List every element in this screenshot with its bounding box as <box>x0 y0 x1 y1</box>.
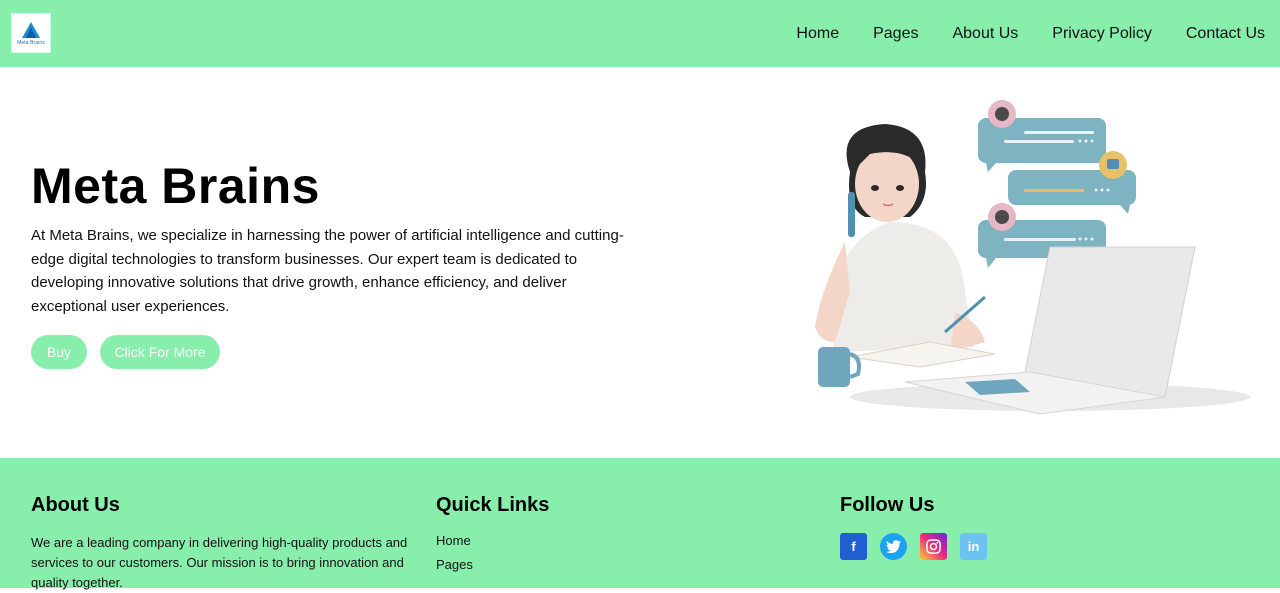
footer-about-title: About Us <box>31 494 120 516</box>
quick-link-pages[interactable]: Pages <box>436 557 736 572</box>
nav-link-contact-us[interactable]: Contact Us <box>1186 25 1265 43</box>
logo-text: Meta Brains <box>17 39 45 46</box>
nav-links: Home Pages About Us Privacy Policy Conta… <box>796 0 1265 67</box>
hero-description: At Meta Brains, we specialize in harness… <box>31 227 624 315</box>
instagram-glyph <box>926 539 941 554</box>
nav-link-home[interactable]: Home <box>796 25 839 43</box>
buy-button[interactable]: Buy <box>31 335 87 369</box>
facebook-glyph: f <box>851 539 856 554</box>
quick-link-home[interactable]: Home <box>436 533 736 548</box>
click-for-more-button[interactable]: Click For More <box>100 335 220 369</box>
chat-bubbles-icon <box>978 100 1136 268</box>
logo[interactable]: Meta Brains <box>11 13 51 53</box>
footer-follow-title: Follow Us <box>840 494 935 516</box>
twitter-bird-glyph <box>886 540 901 553</box>
facebook-icon[interactable]: f <box>840 533 867 560</box>
footer: About Us We are a leading company in del… <box>0 458 1280 590</box>
footer-about: About Us We are a leading company in del… <box>31 494 431 593</box>
nav-link-pages[interactable]: Pages <box>873 25 918 43</box>
footer-quick-links: Quick Links Home Pages <box>436 494 736 581</box>
hero-section: Meta Brains At Meta Brains, we specializ… <box>0 67 1280 458</box>
logo-icon <box>22 21 40 38</box>
linkedin-icon[interactable]: in <box>960 533 987 560</box>
nav-link-about-us[interactable]: About Us <box>952 25 1018 43</box>
linkedin-glyph: in <box>967 539 980 554</box>
footer-about-text: We are a leading company in delivering h… <box>31 535 408 590</box>
nav-link-privacy-policy[interactable]: Privacy Policy <box>1052 25 1152 43</box>
twitter-icon[interactable] <box>880 533 907 560</box>
woman-figure-icon <box>815 124 986 352</box>
hero-title: Meta Brains <box>31 158 320 214</box>
navbar: Meta Brains Home Pages About Us Privacy … <box>0 0 1280 67</box>
social-icons: f in <box>840 533 1140 560</box>
instagram-icon[interactable] <box>920 533 947 560</box>
footer-follow-us: Follow Us f in <box>840 494 1140 560</box>
mug-icon <box>818 347 861 387</box>
woman-on-phone-with-laptop-illustration <box>815 100 1250 415</box>
footer-quick-links-title: Quick Links <box>436 494 550 516</box>
